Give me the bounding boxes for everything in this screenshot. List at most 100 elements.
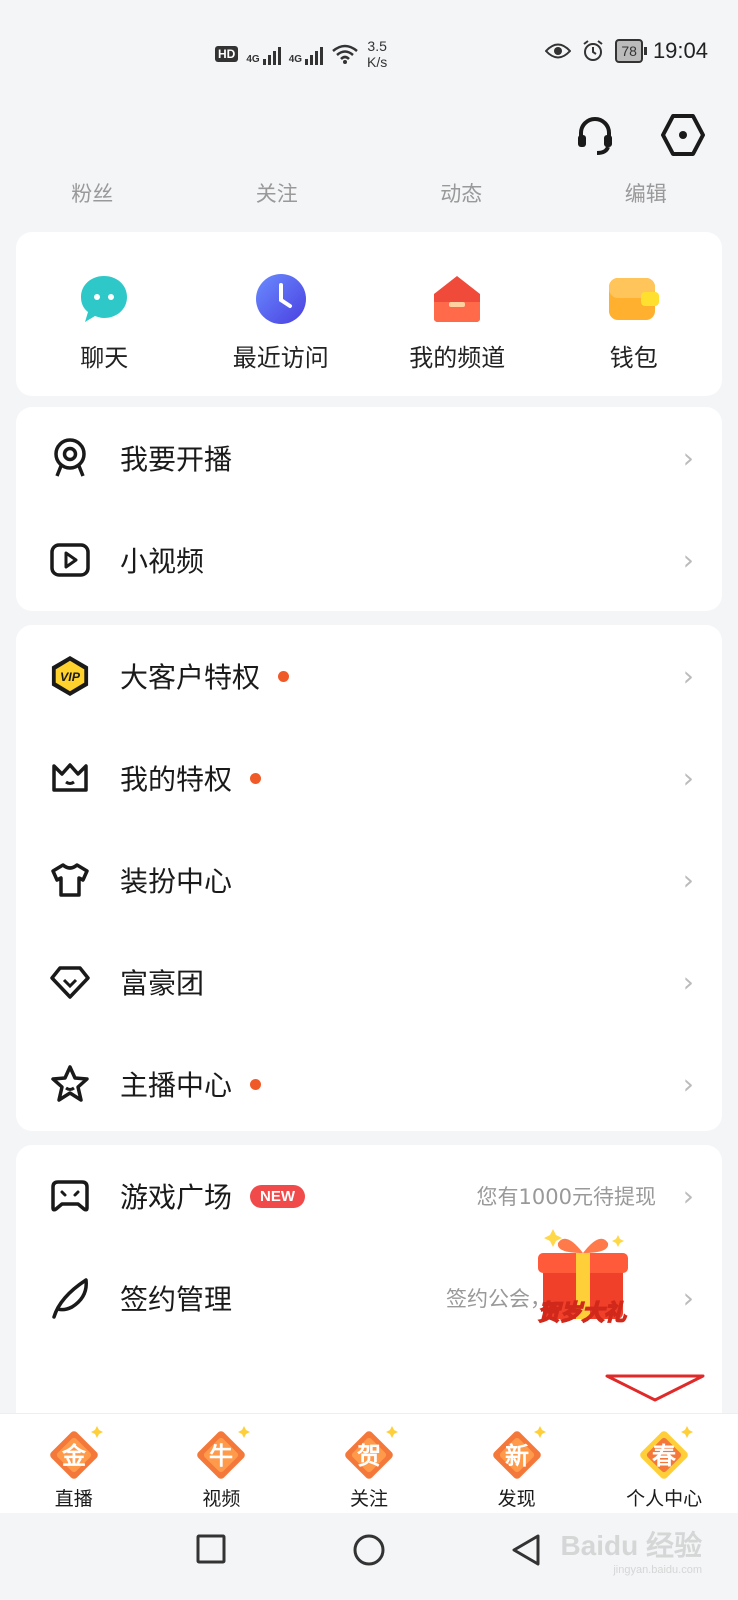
festive-ox-icon: 牛 (197, 1426, 251, 1479)
tab-label: 发现 (497, 1488, 536, 1510)
recents-square-icon[interactable] (195, 1533, 227, 1565)
list-item-start-live[interactable]: 我要开播 › (16, 407, 722, 509)
festive-congrats-icon: 贺 (345, 1426, 398, 1479)
chevron-right-icon: › (682, 863, 694, 897)
tab-profile[interactable]: 春 个人中心 (590, 1414, 738, 1513)
vip-badge-icon: VIP (50, 656, 90, 696)
tab-label: 个人中心 (626, 1488, 703, 1510)
tab-label: 直播 (54, 1488, 93, 1510)
back-triangle-icon[interactable] (510, 1533, 542, 1567)
privileges-card: VIP 大客户特权 › 我的特权 › 装扮中心 › 富豪团 › 主播中心 › (16, 625, 722, 1131)
chat-bubble-icon (81, 276, 128, 322)
svg-text:VIP: VIP (60, 670, 81, 684)
quick-actions-card: 聊天 最近访问 我的频道 钱包 (16, 232, 722, 396)
tab-glyph: 春 (652, 1442, 676, 1470)
eye-icon (545, 43, 572, 59)
chevron-right-icon: › (682, 1067, 694, 1101)
list-item-label: 小视频 (120, 545, 205, 578)
quick-action-label: 钱包 (609, 344, 658, 372)
chevron-right-icon: › (682, 761, 694, 795)
tab-follow[interactable]: 贺 关注 (295, 1414, 443, 1513)
festive-new-icon: 新 (492, 1426, 546, 1479)
broadcast-card: 我要开播 › 小视频 › (16, 407, 722, 611)
chevron-right-icon: › (682, 1179, 694, 1213)
quick-action-label: 聊天 (80, 344, 129, 372)
clock-icon (255, 274, 306, 324)
notification-dot (250, 772, 262, 784)
hd-indicator: HD (215, 46, 239, 62)
list-item-label: 大客户特权 (120, 661, 261, 694)
signal-2-icon: 4G (288, 43, 324, 65)
quick-action-recent[interactable]: 最近访问 (193, 232, 370, 396)
list-item-label: 主播中心 (120, 1069, 233, 1102)
promo-text: 贺岁大礼 (537, 1300, 627, 1327)
promo-gift-badge[interactable]: 贺岁大礼 (528, 1225, 638, 1345)
notification-dot (278, 670, 290, 682)
quick-action-wallet[interactable]: 钱包 (546, 232, 723, 396)
home-circle-icon[interactable] (352, 1533, 386, 1567)
list-item-label: 装扮中心 (120, 865, 233, 898)
stat-edit[interactable]: 编辑 (554, 178, 738, 208)
list-item-short-video[interactable]: 小视频 › (16, 509, 722, 611)
feather-icon (50, 1278, 90, 1319)
stat-fans[interactable]: 粉丝 (0, 178, 185, 208)
chevron-right-icon: › (682, 441, 694, 475)
status-bar: HD 4G 4G 3.5 K/s 78 19:04 (0, 0, 738, 100)
play-video-icon (50, 540, 90, 580)
system-nav-bar: Baidu 经验 jingyan.baidu.com (0, 1513, 738, 1600)
new-badge: NEW (250, 1184, 306, 1208)
headset-icon[interactable] (570, 110, 620, 160)
signal-1-icon: 4G (246, 43, 281, 65)
tab-discover[interactable]: 新 发现 (443, 1414, 591, 1513)
stat-moments[interactable]: 动态 (369, 178, 554, 208)
tab-video[interactable]: 牛 视频 (148, 1414, 296, 1513)
bottom-tab-bar: 金 直播 牛 视频 贺 关注 新 发现 春 个人中心 (0, 1413, 738, 1513)
list-item-my-privilege[interactable]: 我的特权 › (16, 727, 722, 829)
status-right: 78 19:04 (545, 38, 708, 64)
status-left: HD 4G 4G 3.5 K/s (215, 38, 387, 70)
header-actions (570, 110, 708, 160)
gamepad-icon (50, 1176, 90, 1216)
network-type-2: 4G (288, 54, 303, 65)
chevron-right-icon: › (682, 659, 694, 693)
tab-glyph: 贺 (357, 1442, 381, 1470)
watermark-site: jingyan.baidu.com (613, 1564, 702, 1576)
wifi-icon (332, 44, 358, 64)
tab-live[interactable]: 金 直播 (0, 1414, 148, 1513)
baidu-watermark: Baidu 经验 jingyan.baidu.com (560, 1524, 702, 1576)
crown-icon (50, 758, 90, 798)
diamond-icon (50, 962, 90, 1002)
list-item-rich-club[interactable]: 富豪团 › (16, 931, 722, 1033)
wallet-icon (608, 278, 659, 320)
list-item-label: 富豪团 (120, 967, 205, 1000)
battery-indicator: 78 (615, 39, 647, 63)
tab-glyph: 新 (505, 1442, 529, 1470)
quick-action-channel[interactable]: 我的频道 (369, 232, 546, 396)
tshirt-icon (50, 860, 90, 900)
list-item-dress-center[interactable]: 装扮中心 › (16, 829, 722, 931)
quick-action-chat[interactable]: 聊天 (16, 232, 193, 396)
list-item-vip-privilege[interactable]: VIP 大客户特权 › (16, 625, 722, 727)
list-item-aside: 您有1000元待提现 (476, 1185, 656, 1209)
hexagon-settings-icon[interactable] (658, 110, 708, 160)
network-speed: 3.5 K/s (367, 38, 387, 70)
festive-spring-icon: 春 (640, 1426, 694, 1479)
chevron-right-icon: › (682, 965, 694, 999)
clock-time: 19:04 (652, 38, 708, 63)
list-item-anchor-center[interactable]: 主播中心 › (16, 1033, 722, 1135)
arrow-down-icon (605, 1374, 705, 1402)
webcam-icon (50, 438, 90, 478)
list-item-label: 游戏广场 (120, 1181, 233, 1214)
alarm-icon (583, 40, 603, 61)
house-channel-icon (434, 276, 481, 322)
star-icon (50, 1064, 90, 1104)
tab-glyph: 金 (61, 1442, 87, 1470)
quick-action-label: 我的频道 (409, 344, 506, 372)
speed-value: 3.5 (367, 38, 387, 54)
list-item-label: 签约管理 (120, 1283, 233, 1316)
stat-following[interactable]: 关注 (185, 178, 370, 208)
list-item-label: 我要开播 (120, 443, 233, 476)
notification-dot (250, 1078, 262, 1090)
profile-stats: 粉丝 关注 动态 编辑 (0, 178, 738, 208)
chevron-right-icon: › (682, 1281, 694, 1315)
